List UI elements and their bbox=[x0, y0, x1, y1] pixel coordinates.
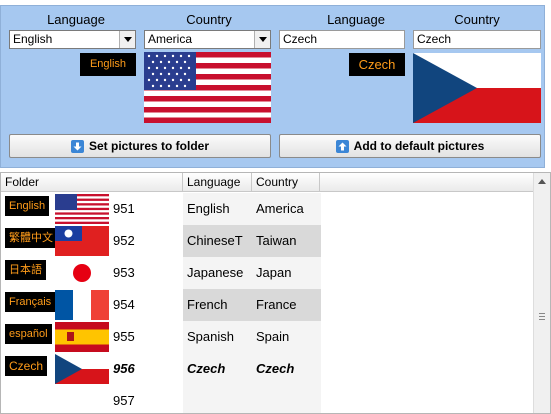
arrow-up-icon bbox=[335, 139, 349, 153]
language-cell: Czech bbox=[183, 353, 252, 385]
language-cell: Japanese bbox=[183, 257, 252, 289]
table-row[interactable]: 繁體中文 952 ChineseT Taiwan bbox=[1, 225, 534, 257]
czech-flag-icon bbox=[55, 354, 109, 384]
language-tag: español bbox=[5, 324, 52, 344]
table-row[interactable]: español 955 Spanish Spain bbox=[1, 321, 534, 353]
scroll-thumb-grip[interactable] bbox=[539, 313, 545, 320]
left-language-select[interactable]: English bbox=[9, 30, 136, 49]
language-cell: ChineseT bbox=[183, 225, 252, 257]
right-language-field[interactable]: Czech bbox=[279, 30, 405, 49]
folder-grid[interactable]: Folder Language Country English 951 Engl… bbox=[0, 172, 551, 414]
column-header-language[interactable]: Language bbox=[183, 173, 252, 192]
language-cell: French bbox=[183, 289, 252, 321]
language-tag: Czech bbox=[5, 356, 48, 376]
taiwan-flag-icon bbox=[55, 226, 109, 256]
table-row[interactable]: Czech 956 Czech Czech bbox=[1, 353, 534, 385]
country-cell: Japan bbox=[252, 257, 321, 289]
chevron-down-icon[interactable] bbox=[119, 31, 135, 48]
left-country-select[interactable]: America bbox=[144, 30, 271, 49]
column-header-folder[interactable]: Folder bbox=[1, 173, 183, 192]
left-language-value: English bbox=[13, 32, 53, 46]
table-row[interactable]: English 951 English America bbox=[1, 193, 534, 225]
column-header-filler bbox=[320, 173, 534, 192]
folder-cell: 956 bbox=[109, 353, 183, 385]
set-pictures-label: Set pictures to folder bbox=[88, 139, 210, 153]
folder-cell: 954 bbox=[109, 289, 183, 321]
add-default-label: Add to default pictures bbox=[353, 139, 485, 153]
column-header-country[interactable]: Country bbox=[252, 173, 320, 192]
add-to-default-pictures-button[interactable]: Add to default pictures bbox=[279, 134, 541, 158]
left-language-label: Language bbox=[47, 12, 105, 27]
folder-cell: 953 bbox=[109, 257, 183, 289]
scroll-up-arrow-icon[interactable] bbox=[538, 179, 546, 184]
folder-cell: 955 bbox=[109, 321, 183, 353]
table-row[interactable]: 日本語 953 Japanese Japan bbox=[1, 257, 534, 289]
language-tag: Français bbox=[5, 292, 56, 312]
left-country-value: America bbox=[148, 32, 193, 46]
country-cell: Spain bbox=[252, 321, 321, 353]
country-cell: America bbox=[252, 193, 321, 225]
table-row[interactable]: 957 bbox=[1, 385, 534, 413]
right-language-preview: Czech bbox=[349, 53, 405, 76]
country-cell: Czech bbox=[252, 353, 321, 385]
chevron-down-icon[interactable] bbox=[254, 31, 270, 48]
vertical-scrollbar[interactable] bbox=[533, 173, 550, 413]
right-language-label: Language bbox=[327, 12, 385, 27]
language-cell: English bbox=[183, 193, 252, 225]
picture-settings-panel: Language Country English America English… bbox=[0, 5, 545, 168]
japan-flag-icon bbox=[55, 258, 109, 288]
spain-flag-icon bbox=[55, 322, 109, 352]
language-tag: 日本語 bbox=[5, 260, 46, 280]
language-cell bbox=[183, 385, 252, 413]
country-cell: Taiwan bbox=[252, 225, 321, 257]
folder-cell: 952 bbox=[109, 225, 183, 257]
set-pictures-to-folder-button[interactable]: Set pictures to folder bbox=[9, 134, 271, 158]
folder-cell: 951 bbox=[109, 193, 183, 225]
arrow-down-icon bbox=[70, 139, 84, 153]
czech-flag-icon bbox=[413, 53, 541, 123]
language-tag: English bbox=[5, 196, 50, 216]
folder-cell: 957 bbox=[109, 385, 183, 413]
left-country-label: Country bbox=[186, 12, 232, 27]
right-country-field[interactable]: Czech bbox=[413, 30, 541, 49]
left-language-preview: English bbox=[80, 53, 136, 76]
us-flag-icon bbox=[144, 52, 271, 123]
us-flag-icon bbox=[55, 194, 109, 224]
country-cell: France bbox=[252, 289, 321, 321]
table-row[interactable]: Français 954 French France bbox=[1, 289, 534, 321]
language-tag: 繁體中文 bbox=[5, 228, 57, 248]
language-cell: Spanish bbox=[183, 321, 252, 353]
country-cell bbox=[252, 385, 321, 413]
right-country-label: Country bbox=[454, 12, 500, 27]
france-flag-icon bbox=[55, 290, 109, 320]
